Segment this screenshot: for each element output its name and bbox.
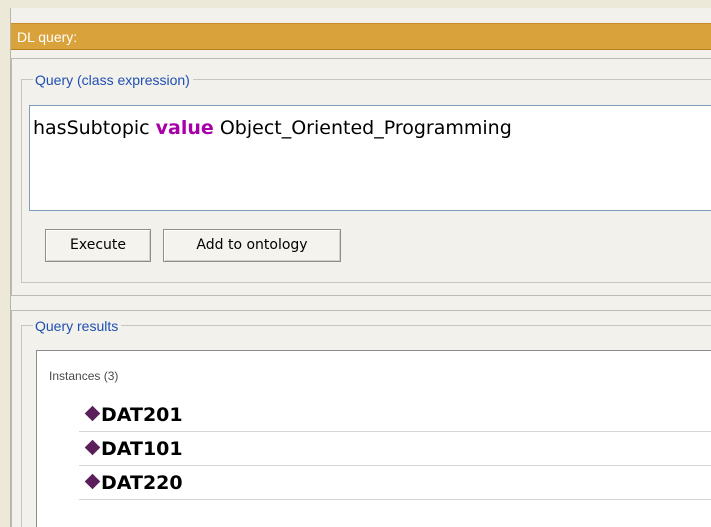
- execute-button[interactable]: Execute: [45, 229, 151, 262]
- instances-header: Instances (3): [49, 369, 119, 383]
- results-list: Instances (3) DAT201 DAT101 DAT220: [36, 350, 711, 527]
- class-expression-editor[interactable]: hasSubtopic value Object_Oriented_Progra…: [29, 105, 711, 211]
- results-legend: Query results: [33, 318, 122, 334]
- individual-diamond-icon: [84, 439, 101, 456]
- expression-keyword: value: [155, 117, 214, 139]
- add-to-ontology-button[interactable]: Add to ontology: [163, 229, 341, 262]
- instance-label: DAT201: [101, 404, 183, 426]
- instance-row[interactable]: DAT101: [79, 433, 711, 466]
- individual-diamond-icon: [84, 405, 101, 422]
- instance-label: DAT220: [101, 472, 183, 494]
- instance-label: DAT101: [101, 438, 183, 460]
- individual-diamond-icon: [84, 473, 101, 490]
- expression-suffix: Object_Oriented_Programming: [213, 117, 512, 139]
- expression-prefix: hasSubtopic: [33, 117, 156, 139]
- view-title: DL query:: [17, 29, 78, 45]
- instance-row[interactable]: DAT220: [79, 467, 711, 500]
- instance-row[interactable]: DAT201: [79, 399, 711, 432]
- query-legend: Query (class expression): [33, 72, 193, 88]
- view-titlebar: DL query:: [11, 23, 711, 50]
